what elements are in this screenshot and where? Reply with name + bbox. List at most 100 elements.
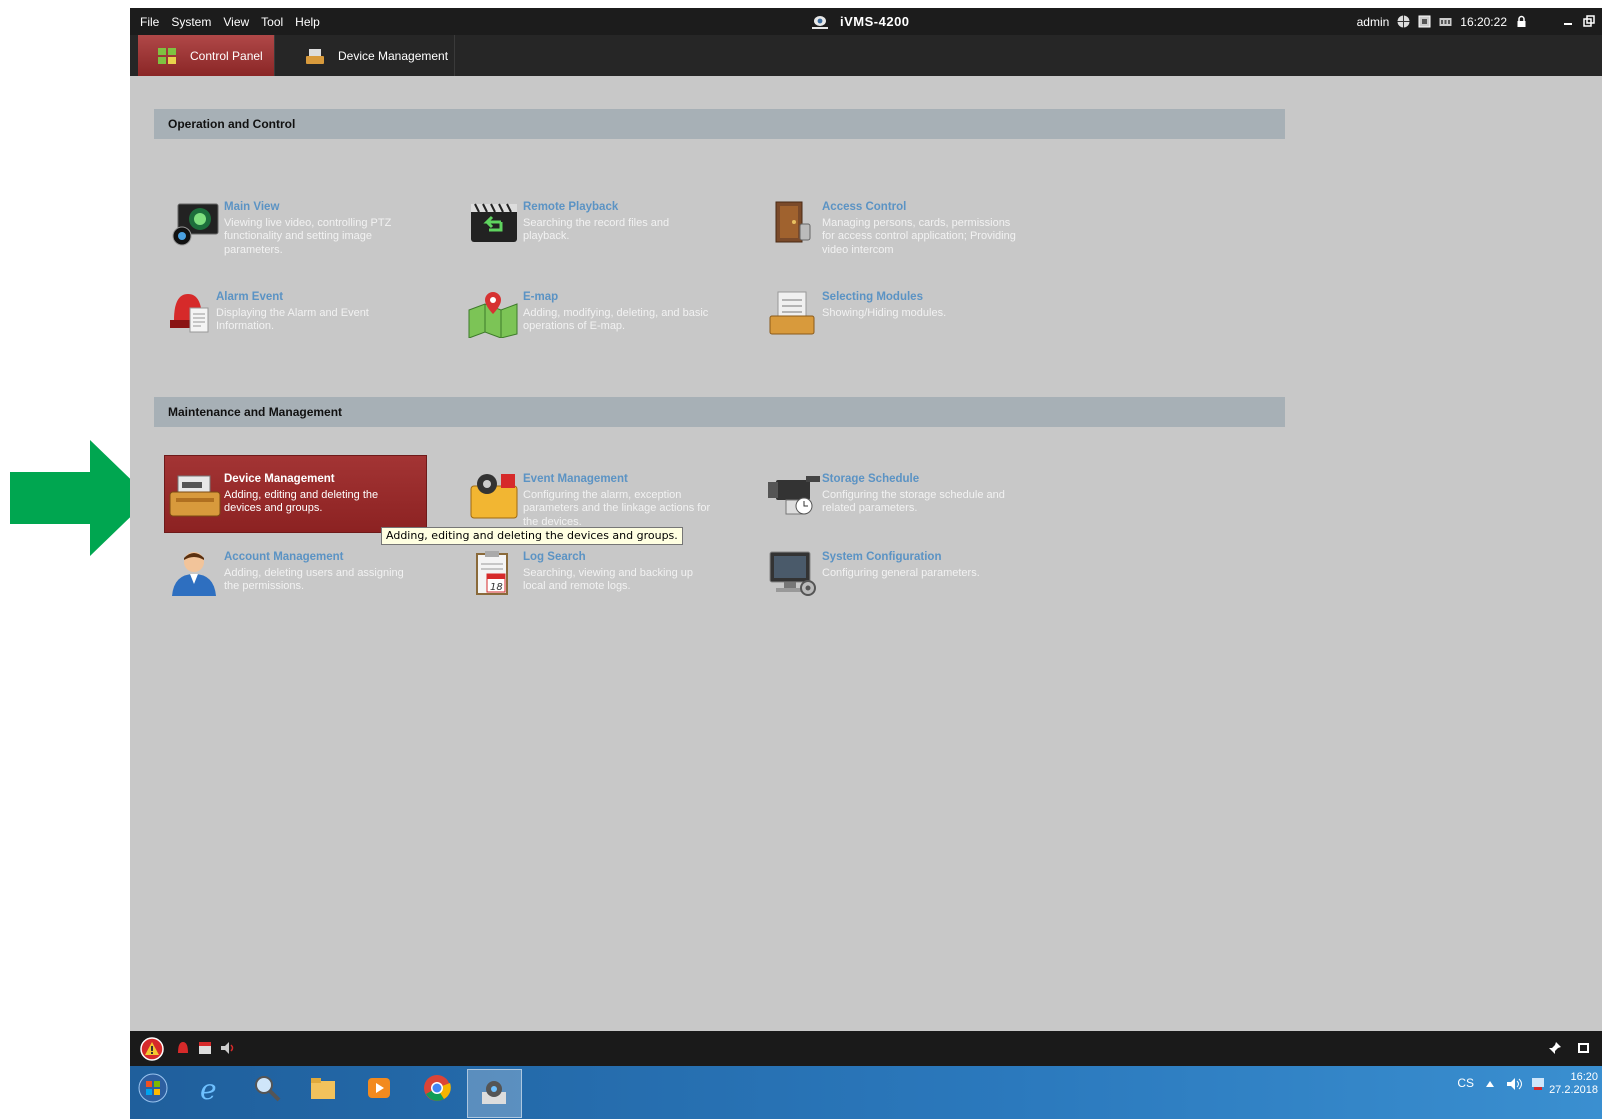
- audio-icon[interactable]: [220, 1041, 236, 1055]
- minimize-icon[interactable]: [1562, 15, 1575, 28]
- app-title-text: iVMS-4200: [840, 14, 910, 29]
- module-remote-playback[interactable]: Remote Playback Searching the record fil…: [467, 200, 727, 248]
- globe-icon[interactable]: [1397, 15, 1410, 28]
- section-operation-title: Operation and Control: [168, 117, 296, 131]
- main-view-icon: [172, 203, 219, 246]
- module-storage-schedule[interactable]: Storage Schedule Configuring the storage…: [766, 472, 1036, 520]
- tab-device-management-label: Device Management: [338, 48, 449, 63]
- media-player-icon[interactable]: [364, 1073, 394, 1103]
- menu-tool[interactable]: Tool: [255, 15, 289, 29]
- emap-desc: Adding, modifying, deleting, and basic o…: [523, 306, 709, 333]
- pin-icon[interactable]: [1548, 1041, 1562, 1055]
- alarm-event-desc: Displaying the Alarm and Event Informati…: [216, 306, 369, 333]
- section-maintenance-title: Maintenance and Management: [168, 405, 343, 419]
- module-access-control[interactable]: Access Control Managing persons, cards, …: [766, 200, 1026, 257]
- tab-bar: Control Panel Device Management: [130, 35, 1602, 76]
- device-management-icon: [169, 475, 221, 517]
- storage-schedule-desc: Configuring the storage schedule and rel…: [822, 488, 1005, 515]
- svg-text:e: e: [200, 1073, 217, 1103]
- maximize-panel-icon[interactable]: [1578, 1042, 1590, 1054]
- device-tray-icon: [306, 48, 324, 64]
- section-operation-and-control: Operation and Control: [154, 109, 1285, 139]
- tooltip: Adding, editing and deleting the devices…: [381, 527, 683, 545]
- system-configuration-desc: Configuring general parameters.: [822, 566, 980, 579]
- module-event-management[interactable]: Event Management Configuring the alarm, …: [467, 472, 737, 529]
- storage-schedule-icon: [768, 476, 820, 515]
- module-emap[interactable]: E-map Adding, modifying, deleting, and b…: [467, 290, 737, 338]
- app-title: iVMS-4200: [810, 8, 910, 35]
- tab-control-panel[interactable]: Control Panel: [138, 35, 275, 76]
- emap-title: E-map: [523, 291, 559, 303]
- cpu-icon[interactable]: [1418, 15, 1431, 28]
- language-indicator[interactable]: CS: [1457, 1076, 1474, 1090]
- pointer-arrow-icon: [10, 440, 150, 556]
- remote-playback-desc: Searching the record files and playback.: [523, 216, 670, 243]
- module-alarm-event[interactable]: Alarm Event Displaying the Alarm and Eve…: [168, 290, 418, 338]
- alarm-icon[interactable]: [176, 1041, 190, 1055]
- tray-expand-icon[interactable]: [1486, 1080, 1494, 1088]
- event-management-desc: Configuring the alarm, exception paramet…: [523, 488, 711, 528]
- account-management-desc: Adding, deleting users and assigning the…: [224, 566, 404, 593]
- menu-bar: File System View Tool Help: [134, 8, 326, 35]
- account-management-icon: [172, 552, 216, 596]
- emap-icon: [468, 292, 518, 338]
- svg-text:18: 18: [490, 582, 503, 593]
- internet-explorer-icon[interactable]: e: [196, 1073, 226, 1103]
- volume-icon[interactable]: [1506, 1077, 1522, 1091]
- taskbar-ivms-app[interactable]: [467, 1069, 522, 1118]
- tab-device-management[interactable]: Device Management: [286, 35, 455, 76]
- status-area: admin 16:20:22: [1357, 8, 1596, 35]
- account-management-title: Account Management: [224, 551, 344, 563]
- taskbar-clock[interactable]: 16:20 27.2.2018: [1549, 1071, 1598, 1097]
- title-bar: File System View Tool Help iVMS-4200 adm…: [130, 8, 1602, 35]
- chrome-icon[interactable]: [422, 1073, 452, 1103]
- taskbar-time: 16:20: [1570, 1071, 1598, 1083]
- system-configuration-icon: [769, 551, 816, 596]
- storage-schedule-title: Storage Schedule: [822, 473, 920, 485]
- menu-help[interactable]: Help: [289, 15, 326, 29]
- access-control-title: Access Control: [822, 201, 907, 213]
- menu-system[interactable]: System: [165, 15, 217, 29]
- lock-icon[interactable]: [1515, 15, 1528, 28]
- taskbar-date: 27.2.2018: [1549, 1084, 1598, 1096]
- device-management-desc: Adding, editing and deleting the devices…: [224, 488, 379, 515]
- warning-icon[interactable]: [140, 1037, 164, 1061]
- control-panel-icon: [158, 47, 176, 64]
- user-label[interactable]: admin: [1357, 15, 1390, 29]
- ram-icon[interactable]: [1439, 15, 1452, 28]
- remote-playback-title: Remote Playback: [523, 201, 619, 213]
- ivms-taskbar-icon: [482, 1081, 506, 1104]
- module-main-view[interactable]: Main View Viewing live video, controllin…: [168, 200, 418, 257]
- start-button-icon[interactable]: [138, 1073, 168, 1103]
- module-system-configuration[interactable]: System Configuration Configuring general…: [766, 550, 1026, 598]
- alarm-event-icon: [170, 294, 209, 333]
- selecting-modules-icon: [769, 291, 815, 335]
- event-icon[interactable]: [198, 1041, 212, 1055]
- main-view-desc: Viewing live video, controlling PTZ func…: [224, 216, 392, 256]
- menu-view[interactable]: View: [217, 15, 255, 29]
- module-log-search[interactable]: 18 Log Search Searching, viewing and bac…: [467, 550, 737, 598]
- device-management-title: Device Management: [224, 473, 335, 485]
- log-search-icon: 18: [476, 551, 508, 595]
- event-management-title: Event Management: [523, 473, 628, 485]
- module-selecting-modules[interactable]: Selecting Modules Showing/Hiding modules…: [766, 290, 1026, 338]
- main-view-title: Main View: [224, 201, 280, 213]
- alarm-event-title: Alarm Event: [216, 291, 284, 303]
- clock-time: 16:20:22: [1460, 14, 1507, 29]
- menu-file[interactable]: File: [134, 15, 165, 29]
- app-status-bar: [130, 1031, 1602, 1066]
- remote-playback-icon: [471, 203, 517, 242]
- app-window: File System View Tool Help iVMS-4200 adm…: [130, 8, 1602, 1119]
- module-device-management[interactable]: Device Management Adding, editing and de…: [168, 472, 424, 520]
- tab-control-panel-label: Control Panel: [190, 48, 263, 63]
- selecting-modules-desc: Showing/Hiding modules.: [822, 306, 947, 319]
- system-configuration-title: System Configuration: [822, 551, 942, 563]
- log-search-desc: Searching, viewing and backing up local …: [523, 566, 694, 593]
- restore-icon[interactable]: [1583, 15, 1596, 28]
- search-magnifier-icon[interactable]: [252, 1073, 282, 1103]
- network-icon[interactable]: [1530, 1077, 1546, 1091]
- module-account-management[interactable]: Account Management Adding, deleting user…: [168, 550, 428, 598]
- file-explorer-icon[interactable]: [308, 1073, 338, 1103]
- section-maintenance-and-management: Maintenance and Management: [154, 397, 1285, 427]
- ivms-logo-icon: [812, 15, 828, 29]
